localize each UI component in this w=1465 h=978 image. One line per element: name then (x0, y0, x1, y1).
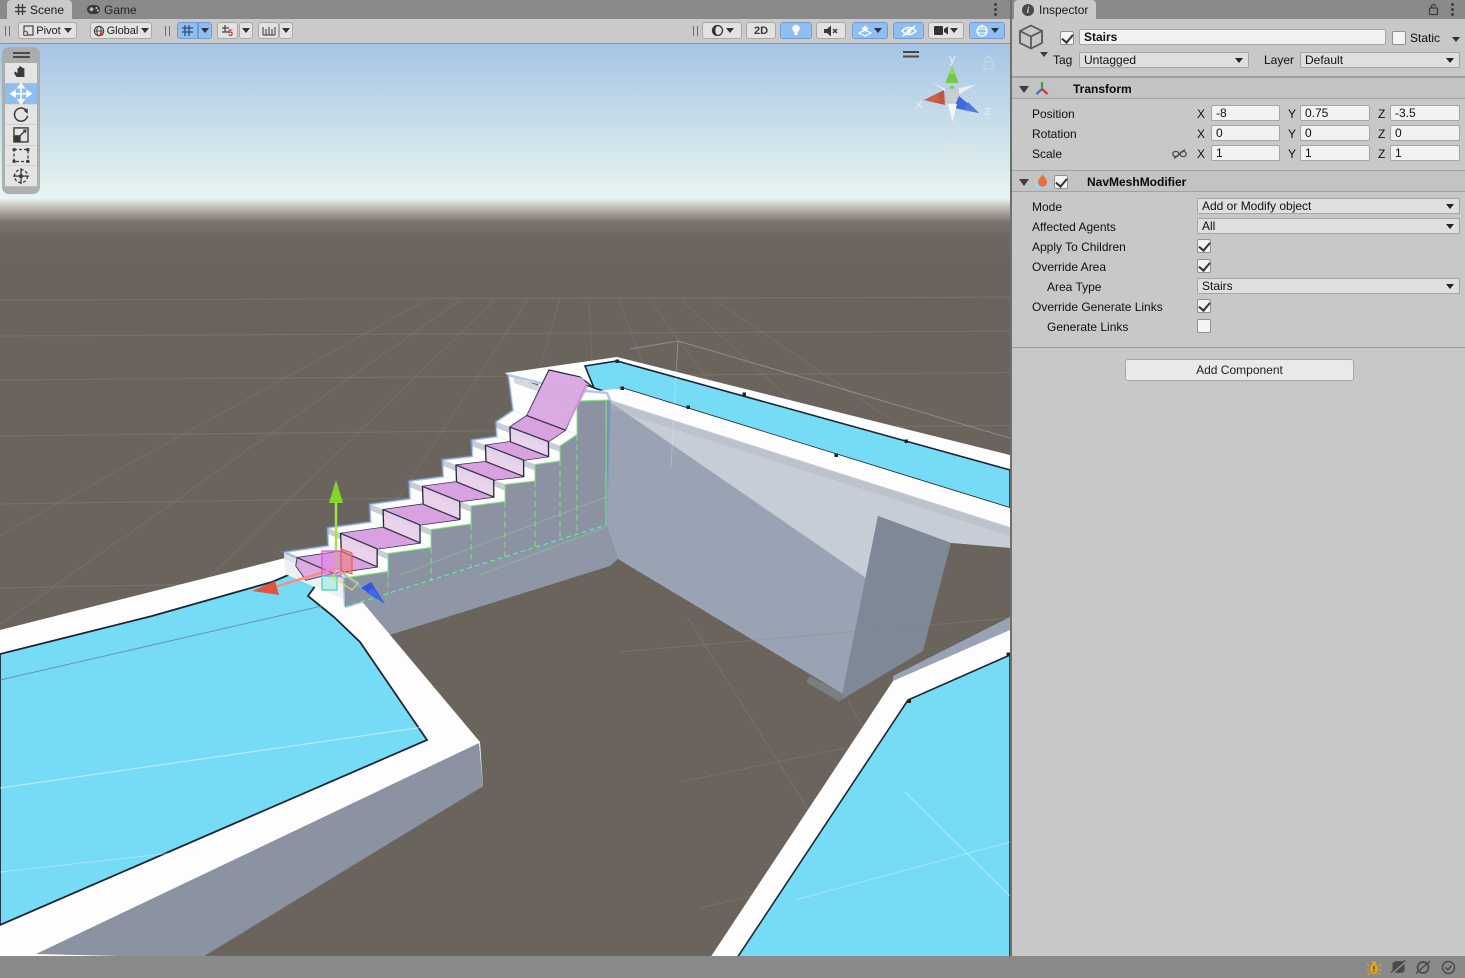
svg-text:5: 5 (228, 28, 233, 37)
svg-text:y: y (949, 51, 956, 66)
svg-text:z: z (984, 103, 991, 118)
svg-text:!: ! (1373, 965, 1376, 974)
svg-text:˂ Persp: ˂ Persp (932, 140, 975, 154)
svg-text:x: x (916, 96, 923, 111)
